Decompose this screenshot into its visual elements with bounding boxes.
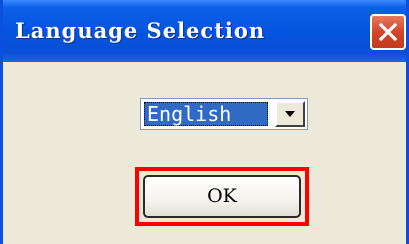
close-icon xyxy=(378,22,398,42)
chevron-down-icon xyxy=(285,111,295,117)
close-button[interactable] xyxy=(370,14,406,50)
language-selection-dialog: Language Selection English OK xyxy=(0,0,409,244)
language-dropdown-value: English xyxy=(144,102,268,126)
dropdown-arrow-button[interactable] xyxy=(275,101,305,127)
language-dropdown[interactable]: English xyxy=(140,98,308,130)
ok-button[interactable]: OK xyxy=(143,175,301,218)
dialog-body: English OK xyxy=(3,62,406,244)
dialog-title: Language Selection xyxy=(15,18,266,43)
ok-button-highlight: OK xyxy=(135,167,309,226)
title-bar: Language Selection xyxy=(3,0,406,62)
